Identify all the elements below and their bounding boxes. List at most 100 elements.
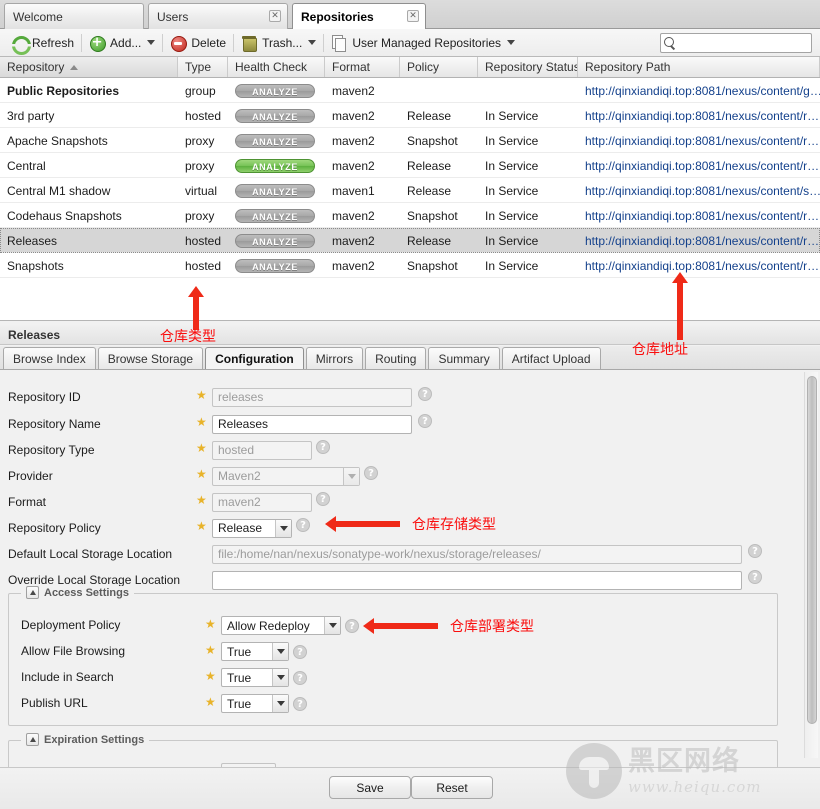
subtab-browse-storage[interactable]: Browse Storage (97, 347, 204, 369)
field-override-local-storage-input[interactable] (212, 570, 742, 590)
user-managed-repositories-label: User Managed Repositories (352, 35, 502, 50)
chevron-down-icon[interactable] (272, 669, 288, 686)
help-icon[interactable]: ? (418, 387, 432, 401)
tab-users-close-icon[interactable]: ✕ (269, 10, 281, 22)
subtab-browse-index[interactable]: Browse Index (3, 347, 96, 369)
table-row[interactable]: Releases hosted ANALYZE maven2 Release In Ser… (0, 228, 820, 253)
table-row[interactable]: Snapshots hosted ANALYZE maven2 Snapshot In S… (0, 253, 820, 278)
collapse-icon[interactable] (26, 733, 39, 746)
cell-health-check: ANALYZE (228, 178, 325, 203)
field-format-input[interactable]: maven2 (212, 492, 312, 512)
field-repository-name-label: Repository Name (8, 417, 101, 431)
column-header-repository-status[interactable]: Repository Status (478, 57, 578, 77)
analyze-button[interactable]: ANALYZE (235, 233, 315, 248)
cell-repository: Apache Snapshots (7, 133, 108, 148)
cell-format: maven2 (332, 133, 375, 148)
expiration-settings-panel: Expiration Settings (8, 733, 778, 768)
column-header-repository-path[interactable]: Repository Path (578, 57, 820, 77)
help-icon[interactable]: ? (748, 570, 762, 584)
help-icon[interactable]: ? (293, 645, 307, 659)
refresh-button[interactable]: Refresh (6, 32, 79, 54)
help-icon[interactable]: ? (293, 697, 307, 711)
trash-chevron-down-icon[interactable] (308, 40, 317, 45)
table-row[interactable]: Codehaus Snapshots proxy ANALYZE maven2 Snap… (0, 203, 820, 228)
field-provider-select[interactable]: Maven2 (212, 466, 360, 486)
help-icon[interactable]: ? (418, 414, 432, 428)
access-setting-select[interactable]: True (221, 668, 289, 687)
search-input[interactable] (677, 35, 811, 51)
delete-button[interactable]: Delete (165, 32, 231, 54)
user-managed-chevron-down-icon[interactable] (507, 40, 516, 45)
tab-repositories-close-icon[interactable]: ✕ (407, 10, 419, 22)
add-chevron-down-icon[interactable] (147, 40, 156, 45)
add-button[interactable]: Add... (84, 32, 160, 54)
column-header-format[interactable]: Format (325, 57, 400, 77)
analyze-button[interactable]: ANALYZE (235, 133, 315, 148)
annotation-arrow-repository-storage (325, 516, 401, 532)
cell-repository-path: http://qinxiandiqi.top:8081/nexus/conten… (585, 108, 820, 123)
chevron-down-icon[interactable] (272, 643, 288, 660)
cell-health-check: ANALYZE (228, 128, 325, 153)
subtab-routing[interactable]: Routing (365, 347, 427, 369)
access-setting-select[interactable]: True (221, 642, 289, 661)
subtab-mirrors[interactable]: Mirrors (305, 347, 364, 369)
chevron-down-icon[interactable] (272, 695, 288, 712)
chevron-down-icon[interactable] (324, 617, 340, 634)
column-header-health-check[interactable]: Health Check (228, 57, 325, 77)
field-repository-policy-select[interactable]: Release (212, 518, 292, 538)
subtab-artifact-upload[interactable]: Artifact Upload (501, 347, 601, 369)
help-icon[interactable]: ? (293, 671, 307, 685)
main-tab-strip: Welcome Users ✕ Repositories ✕ (0, 0, 820, 29)
access-settings-legend: Access Settings (21, 586, 134, 599)
save-button[interactable]: Save (329, 776, 411, 799)
analyze-button[interactable]: ANALYZE (235, 183, 315, 198)
access-setting-select[interactable]: True (221, 694, 289, 713)
reset-button[interactable]: Reset (411, 776, 493, 799)
table-row[interactable]: Public Repositories group ANALYZE maven2 htt… (0, 78, 820, 103)
table-row[interactable]: Central proxy ANALYZE maven2 Release In Servi… (0, 153, 820, 178)
trash-button[interactable]: Trash... (236, 32, 321, 54)
help-icon[interactable]: ? (316, 440, 330, 454)
user-managed-repositories-button[interactable]: User Managed Repositories (326, 32, 520, 54)
search-box[interactable] (660, 33, 812, 53)
cell-repository-path: http://qinxiandiqi.top:8081/nexus/conten… (585, 183, 820, 198)
field-repository-type-input[interactable]: hosted (212, 440, 312, 460)
help-icon[interactable]: ? (364, 466, 378, 480)
field-repository-id-input[interactable]: releases (212, 387, 412, 407)
column-header-policy[interactable]: Policy (400, 57, 478, 77)
field-default-local-storage-row: Default Local Storage Location file:/hom… (0, 541, 800, 567)
subtab-configuration[interactable]: Configuration (205, 347, 304, 369)
delete-button-label: Delete (191, 35, 227, 50)
help-icon[interactable]: ? (748, 544, 762, 558)
subtab-summary[interactable]: Summary (428, 347, 500, 369)
cell-policy: Release (407, 158, 452, 173)
field-default-local-storage-input[interactable]: file:/home/nan/nexus/sonatype-work/nexus… (212, 544, 742, 564)
analyze-button[interactable]: ANALYZE (235, 108, 315, 123)
column-header-type[interactable]: Type (178, 57, 228, 77)
repository-policy-chevron-down-icon[interactable] (275, 519, 291, 537)
tab-repositories[interactable]: Repositories ✕ (292, 3, 426, 29)
analyze-button[interactable]: ANALYZE (235, 83, 315, 98)
access-setting-select[interactable]: Allow Redeploy (221, 616, 341, 635)
column-header-repository[interactable]: Repository (0, 57, 178, 77)
cell-type: proxy (185, 208, 215, 223)
analyze-button[interactable]: ANALYZE (235, 258, 315, 273)
analyze-button[interactable]: ANALYZE (235, 208, 315, 223)
provider-chevron-down-icon[interactable] (343, 467, 359, 485)
tab-welcome[interactable]: Welcome (4, 3, 144, 29)
collapse-icon[interactable] (26, 586, 39, 599)
scrollbar-thumb[interactable] (807, 376, 817, 724)
tab-users[interactable]: Users ✕ (148, 3, 288, 29)
configuration-vertical-scrollbar[interactable] (804, 372, 818, 758)
table-row[interactable]: 3rd party hosted ANALYZE maven2 Release In Se… (0, 103, 820, 128)
help-icon[interactable]: ? (316, 492, 330, 506)
help-icon[interactable]: ? (345, 619, 359, 633)
analyze-button[interactable]: ANALYZE (235, 158, 315, 173)
repository-grid-body: Public Repositories group ANALYZE maven2 htt… (0, 78, 820, 278)
cell-repository: Public Repositories (7, 83, 120, 98)
field-repository-name-input[interactable]: Releases (212, 414, 412, 434)
help-icon[interactable]: ? (296, 518, 310, 532)
table-row[interactable]: Central M1 shadow virtual ANALYZE maven1 Rel… (0, 178, 820, 203)
table-row[interactable]: Apache Snapshots proxy ANALYZE maven2 Snapsh… (0, 128, 820, 153)
field-provider-label: Provider (8, 469, 53, 483)
